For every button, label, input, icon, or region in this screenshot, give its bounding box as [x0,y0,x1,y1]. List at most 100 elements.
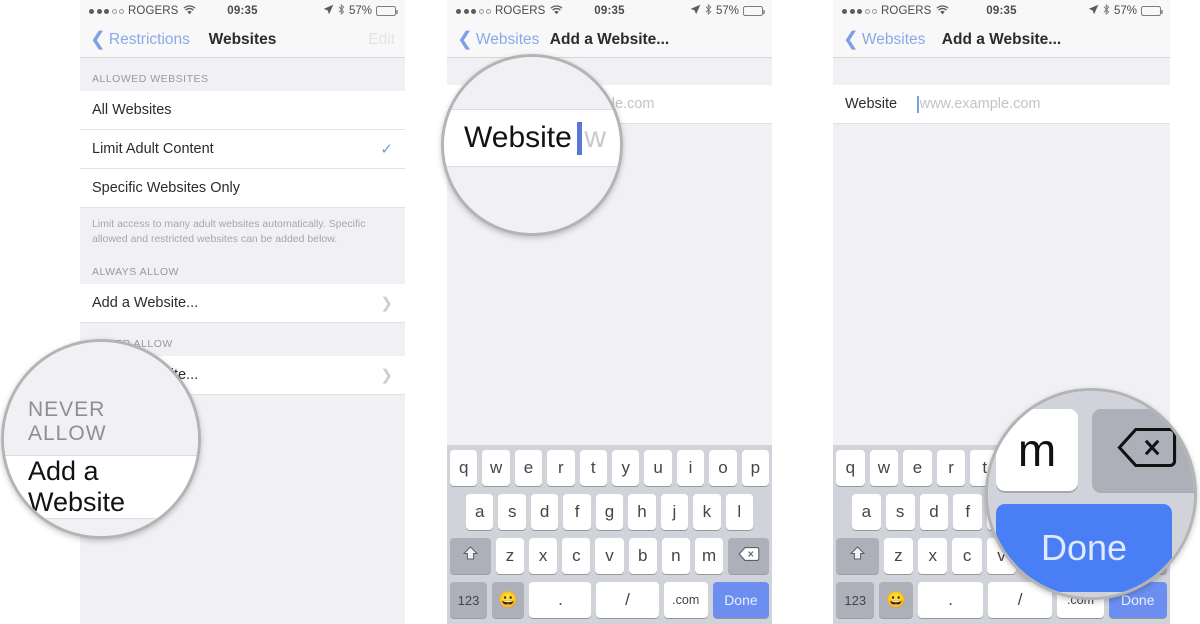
battery-percent-label: 57% [715,5,739,17]
key-n[interactable]: n [661,538,690,574]
loupe-row-add-a-website[interactable]: Add a Website [4,455,198,519]
key-m[interactable]: m [694,538,724,574]
slash-key[interactable]: / [596,582,659,618]
key-q[interactable]: q [836,450,865,486]
key-a[interactable]: a [466,494,494,530]
key-v[interactable]: v [595,538,624,574]
numbers-key[interactable]: 123 [836,582,875,618]
period-key[interactable]: . [918,582,983,618]
numbers-key[interactable]: 123 [450,582,487,618]
key-z[interactable]: z [883,538,914,574]
key-s[interactable]: s [498,494,526,530]
text-caret [917,95,919,113]
onscreen-keyboard: q w e r t y u i o p a s d f g h j k l [447,445,772,624]
loupe-backspace-key[interactable] [1092,409,1194,491]
battery-percent-label: 57% [348,5,372,17]
key-b[interactable]: b [628,538,657,574]
text-caret [577,121,583,155]
navigation-bar: ❮ Websites Add a Website... [833,22,1170,58]
loupe-band-top [4,342,198,384]
backspace-icon [738,546,760,567]
battery-icon [743,6,765,16]
loupe-done-key[interactable]: Done [996,504,1172,592]
period-key[interactable]: . [529,582,592,618]
key-g[interactable]: g [595,494,624,530]
key-d[interactable]: d [530,494,559,530]
loupe-band-top [444,57,620,109]
key-d[interactable]: d [919,494,949,530]
key-l[interactable]: l [725,494,753,530]
table-row-add-website-always[interactable]: Add a Website... ❯ [80,284,405,324]
key-r[interactable]: r [547,450,575,486]
key-e[interactable]: e [903,450,932,486]
key-y[interactable]: y [612,450,640,486]
emoji-smiley-icon[interactable]: 😀 [879,582,914,618]
chevron-left-icon: ❮ [457,29,473,50]
form-top-spacer [833,58,1170,85]
battery-icon [376,6,398,16]
status-bar-right: 57% [323,3,398,18]
magnifier-loupe-done-key: m Done [985,388,1197,600]
keyboard-row-1: q w e r t y u i o p [449,450,770,486]
key-o[interactable]: o [709,450,737,486]
chevron-right-icon: ❯ [380,295,393,313]
key-a[interactable]: a [851,494,881,530]
row-label: Specific Websites Only [92,180,241,196]
navigation-bar: ❮ Websites Add a Website... [447,22,772,58]
loupe-website-input[interactable]: w [577,121,606,155]
row-label: All Websites [92,102,172,118]
website-input-placeholder: www.example.com [919,96,1041,112]
bluetooth-icon [705,3,712,18]
table-row[interactable]: Specific Websites Only [80,169,405,208]
key-f[interactable]: f [563,494,591,530]
shift-key[interactable] [449,538,491,574]
key-f[interactable]: f [953,494,983,530]
chevron-left-icon: ❮ [843,29,859,50]
loupe-key-m[interactable]: m [996,409,1078,491]
table-row[interactable]: Limit Adult Content ✓ [80,130,405,169]
status-bar-right: 57% [1088,3,1163,18]
dotcom-key[interactable]: .com [663,582,708,618]
key-w[interactable]: w [869,450,899,486]
emoji-smiley-icon[interactable]: 😀 [491,582,525,618]
key-w[interactable]: w [482,450,510,486]
status-bar-right: 57% [690,3,765,18]
chevron-right-icon: ❯ [380,367,393,385]
backspace-key[interactable] [728,538,770,574]
section-header-allowed-websites: ALLOWED WEBSITES [92,73,209,85]
key-s[interactable]: s [885,494,915,530]
key-k[interactable]: k [693,494,721,530]
back-button-label: Restrictions [108,30,190,48]
shift-arrow-icon [462,545,479,567]
key-i[interactable]: i [676,450,705,486]
key-u[interactable]: u [644,450,672,486]
done-key[interactable]: Done [712,582,769,618]
website-field-row[interactable]: Website www.example.com [833,85,1170,124]
back-button-websites[interactable]: ❮ Websites [457,30,539,49]
key-z[interactable]: z [495,538,525,574]
backspace-icon [1116,425,1178,475]
battery-percent-label: 57% [1113,5,1137,17]
back-button-label: Websites [861,30,926,48]
row-label: Add a Website... [92,295,199,312]
edit-button[interactable]: Edit [368,31,395,49]
key-x[interactable]: x [918,538,948,574]
key-x[interactable]: x [529,538,558,574]
key-c[interactable]: c [562,538,591,574]
key-c[interactable]: c [952,538,982,574]
key-j[interactable]: j [660,494,689,530]
shift-key[interactable] [836,538,879,574]
keyboard-row-3: z x c v b n m [449,538,770,574]
key-t[interactable]: t [579,450,607,486]
key-r[interactable]: r [936,450,966,486]
magnifier-loupe-website-field: Website w [441,54,623,236]
table-row[interactable]: All Websites [80,91,405,130]
key-h[interactable]: h [628,494,656,530]
key-e[interactable]: e [514,450,543,486]
key-q[interactable]: q [449,450,478,486]
back-button-restrictions[interactable]: ❮ Restrictions [90,30,190,49]
back-button-websites[interactable]: ❮ Websites [843,30,925,49]
loupe-website-field-row[interactable]: Website w [444,109,620,167]
key-p[interactable]: p [741,450,770,486]
website-input[interactable]: www.example.com [917,95,1041,113]
